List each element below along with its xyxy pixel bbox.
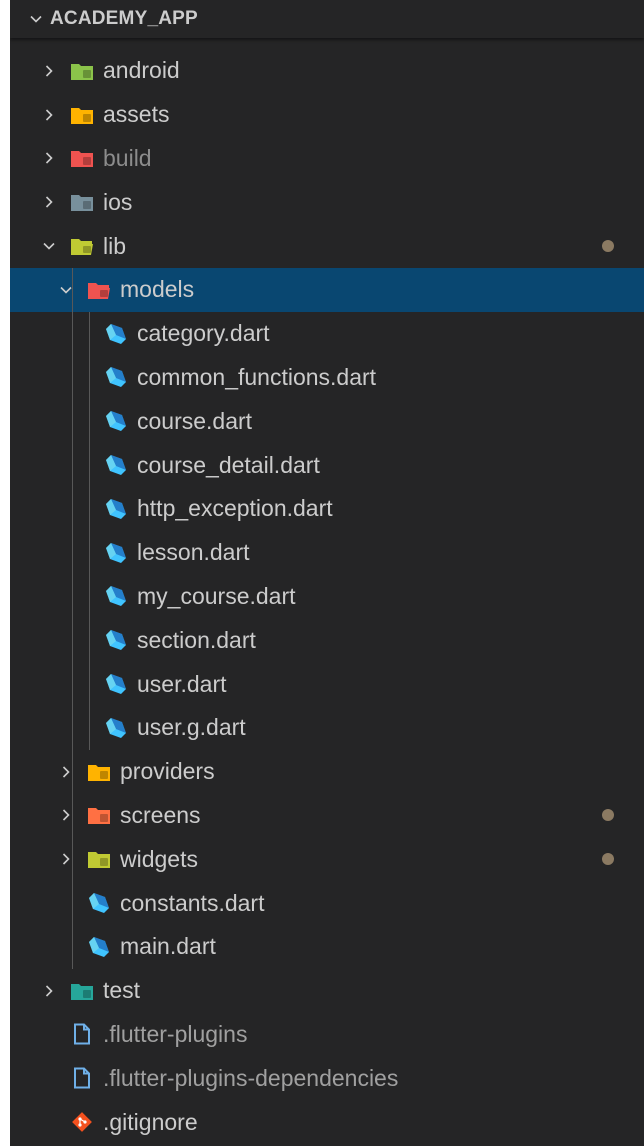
tree-item-label: build bbox=[103, 144, 152, 171]
tree-item-label: my_course.dart bbox=[137, 582, 296, 609]
tree-item-label: lib bbox=[103, 232, 127, 259]
tree-file-row[interactable]: user.g.dart bbox=[10, 706, 644, 750]
tree-item-label: ios bbox=[103, 188, 133, 215]
window-edge bbox=[0, 0, 10, 1146]
models-folder-icon bbox=[87, 278, 111, 302]
tree-folder-row[interactable]: assets bbox=[10, 93, 644, 137]
indent-guide bbox=[72, 268, 73, 969]
dart-file-icon bbox=[104, 541, 128, 565]
tree-folder-row[interactable]: widgets bbox=[10, 837, 644, 881]
file-tree: android assets build ios lib models cate… bbox=[10, 49, 644, 1144]
build-folder-icon bbox=[70, 146, 94, 170]
chevron-down-icon[interactable] bbox=[38, 235, 60, 257]
tree-file-row[interactable]: lesson.dart bbox=[10, 531, 644, 575]
tree-folder-row[interactable]: build bbox=[10, 137, 644, 181]
android-folder-icon bbox=[70, 59, 94, 83]
tree-item-label: assets bbox=[103, 101, 170, 128]
tree-folder-row[interactable]: providers bbox=[10, 750, 644, 794]
tree-item-label: user.g.dart bbox=[137, 714, 246, 741]
tree-item-label: course.dart bbox=[137, 407, 253, 434]
tree-file-row[interactable]: category.dart bbox=[10, 312, 644, 356]
tree-file-row[interactable]: course.dart bbox=[10, 399, 644, 443]
tree-folder-row[interactable]: ios bbox=[10, 180, 644, 224]
assets-folder-icon bbox=[70, 103, 94, 127]
tree-folder-row[interactable]: models bbox=[10, 267, 644, 312]
dart-file-icon bbox=[104, 628, 128, 652]
dart-file-icon bbox=[104, 497, 128, 521]
modified-dot-badge bbox=[602, 240, 614, 253]
test-folder-icon bbox=[70, 979, 94, 1003]
tree-file-row[interactable]: constants.dart bbox=[10, 881, 644, 925]
ios-folder-icon bbox=[70, 190, 94, 214]
indent-guide bbox=[89, 311, 90, 750]
git-file-icon bbox=[70, 1110, 94, 1134]
chevron-down-icon[interactable] bbox=[55, 279, 77, 301]
tree-item-label: test bbox=[103, 977, 141, 1004]
generic-file-icon bbox=[70, 1066, 94, 1090]
tree-file-row[interactable]: http_exception.dart bbox=[10, 487, 644, 531]
chevron-right-icon[interactable] bbox=[55, 848, 77, 870]
tree-item-label: constants.dart bbox=[120, 889, 265, 916]
tree-item-label: main.dart bbox=[120, 933, 216, 960]
tree-item-label: android bbox=[103, 57, 180, 84]
tree-item-label: http_exception.dart bbox=[137, 495, 333, 522]
chevron-right-icon[interactable] bbox=[38, 980, 60, 1002]
chevron-right-icon[interactable] bbox=[38, 147, 60, 169]
modified-dot-badge bbox=[602, 853, 614, 866]
chevron-right-icon[interactable] bbox=[38, 104, 60, 126]
dart-file-icon bbox=[104, 584, 128, 608]
lib-folder-icon bbox=[70, 234, 94, 258]
tree-item-label: .flutter-plugins bbox=[103, 1020, 248, 1047]
modified-dot-badge bbox=[602, 809, 614, 822]
chevron-right-icon[interactable] bbox=[55, 804, 77, 826]
tree-file-row[interactable]: .gitignore bbox=[10, 1100, 644, 1144]
dart-file-icon bbox=[87, 891, 111, 915]
tree-folder-row[interactable]: test bbox=[10, 969, 644, 1013]
chevron-right-icon[interactable] bbox=[55, 761, 77, 783]
tree-item-label: user.dart bbox=[137, 670, 227, 697]
tree-item-label: widgets bbox=[120, 845, 198, 872]
tree-item-label: course_detail.dart bbox=[137, 451, 320, 478]
tree-file-row[interactable]: course_detail.dart bbox=[10, 443, 644, 487]
tree-file-row[interactable]: section.dart bbox=[10, 618, 644, 662]
explorer-section-title: ACADEMY_APP bbox=[50, 8, 198, 29]
tree-item-label: lesson.dart bbox=[137, 539, 250, 566]
dart-file-icon bbox=[104, 672, 128, 696]
tree-file-row[interactable]: .flutter-plugins bbox=[10, 1013, 644, 1057]
dart-file-icon bbox=[104, 365, 128, 389]
generic-file-icon bbox=[70, 1022, 94, 1046]
dart-file-icon bbox=[104, 453, 128, 477]
tree-item-label: screens bbox=[120, 801, 201, 828]
tree-item-label: .gitignore bbox=[103, 1108, 198, 1135]
dart-file-icon bbox=[104, 322, 128, 346]
tree-folder-row[interactable]: android bbox=[10, 49, 644, 93]
screens-folder-icon bbox=[87, 803, 111, 827]
chevron-right-icon[interactable] bbox=[38, 60, 60, 82]
dart-file-icon bbox=[104, 409, 128, 433]
dart-file-icon bbox=[104, 716, 128, 740]
tree-item-label: common_functions.dart bbox=[137, 363, 377, 390]
tree-item-label: models bbox=[120, 276, 195, 303]
tree-file-row[interactable]: my_course.dart bbox=[10, 575, 644, 619]
chevron-down-icon[interactable] bbox=[28, 11, 44, 27]
tree-item-label: category.dart bbox=[137, 320, 270, 347]
providers-folder-icon bbox=[87, 760, 111, 784]
tree-file-row[interactable]: main.dart bbox=[10, 925, 644, 969]
tree-file-row[interactable]: user.dart bbox=[10, 662, 644, 706]
tree-folder-row[interactable]: lib bbox=[10, 224, 644, 268]
dart-file-icon bbox=[87, 935, 111, 959]
tree-file-row[interactable]: .flutter-plugins-dependencies bbox=[10, 1056, 644, 1100]
tree-item-label: section.dart bbox=[137, 626, 256, 653]
tree-item-label: providers bbox=[120, 758, 215, 785]
tree-file-row[interactable]: common_functions.dart bbox=[10, 356, 644, 400]
tree-folder-row[interactable]: screens bbox=[10, 794, 644, 838]
explorer-section-header[interactable]: ACADEMY_APP bbox=[10, 0, 644, 38]
chevron-right-icon[interactable] bbox=[38, 191, 60, 213]
widgets-folder-icon bbox=[87, 847, 111, 871]
explorer-panel: ACADEMY_APP android assets build ios lib… bbox=[10, 0, 644, 1146]
tree-item-label: .flutter-plugins-dependencies bbox=[103, 1064, 399, 1091]
